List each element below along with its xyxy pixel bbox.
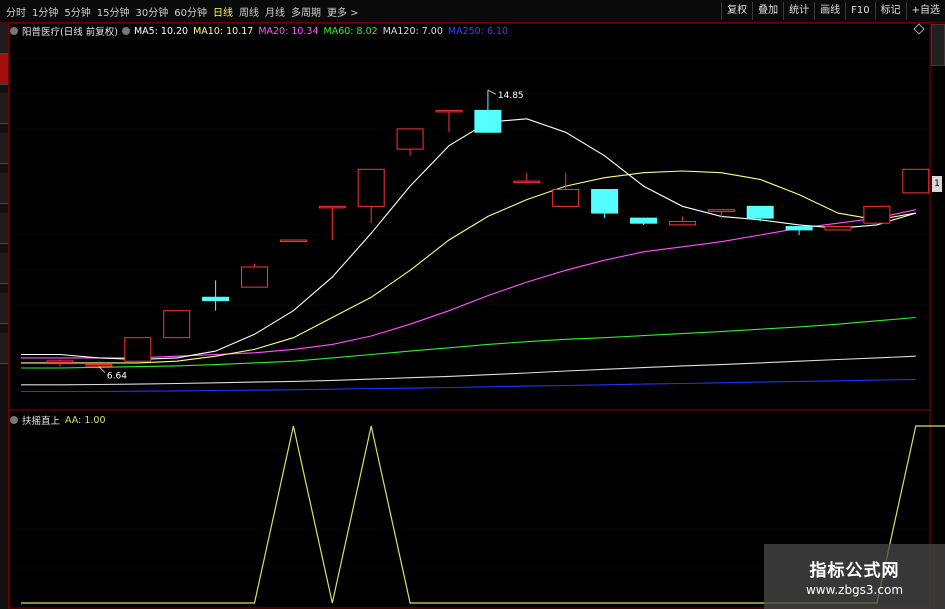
- ma-line-ma250: [21, 378, 916, 393]
- ma-line-ma60: [21, 316, 916, 369]
- scroll-track[interactable]: [931, 24, 945, 66]
- candle-body-up: [824, 226, 852, 231]
- legend-ma20: MA20: 10.34: [258, 25, 319, 37]
- candle-body-down: [202, 296, 230, 302]
- settings-dot-icon[interactable]: [10, 27, 18, 35]
- candle-body-up: [435, 109, 463, 113]
- indicator-legend: 扶摇直上 AA: 1.00: [10, 413, 110, 427]
- legend-ma60: MA60: 8.02: [323, 25, 378, 37]
- candle-body-up: [124, 337, 152, 362]
- watermark: 指标公式网 www.zbgs3.com: [764, 544, 945, 609]
- candle-body-up: [902, 168, 930, 194]
- ma-line-ma120: [21, 355, 916, 386]
- candle-body-up: [668, 221, 696, 226]
- legend-ma250: MA250: 6.10: [447, 25, 509, 37]
- indicator-value: AA: 1.00: [65, 414, 106, 426]
- high-label: 14.85: [498, 91, 524, 101]
- candle-body-down: [474, 109, 502, 133]
- candle-body-up: [279, 239, 307, 243]
- ma-line-ma10: [21, 170, 916, 364]
- candle-body-down: [785, 226, 813, 231]
- ma-line-ma20: [21, 209, 916, 359]
- candle-body-up: [241, 266, 268, 288]
- legend-ma5: MA5: 10.20: [133, 25, 189, 37]
- candle-body-up: [357, 168, 385, 207]
- watermark-url: www.zbgs3.com: [805, 583, 904, 597]
- candle-body-up: [318, 205, 346, 209]
- scroll-marker[interactable]: 1: [932, 176, 942, 192]
- candlestick-chart[interactable]: 14.85 6.64: [0, 0, 945, 609]
- candle-body-down: [630, 217, 657, 224]
- indicator-name: 扶摇直上: [22, 416, 61, 427]
- candle-body-up: [513, 180, 541, 184]
- watermark-title: 指标公式网: [809, 561, 900, 581]
- candle-body-up: [396, 128, 424, 150]
- candle-body-up: [552, 189, 580, 207]
- legend-ma10: MA10: 10.17: [193, 25, 254, 37]
- candle-body-up: [863, 205, 891, 224]
- stock-title: 阳普医疗(日线 前复权): [22, 27, 118, 38]
- ma-settings-dot-icon[interactable]: [121, 27, 130, 35]
- candle-body-up: [707, 209, 735, 212]
- candle-body-down: [746, 205, 774, 219]
- indicator-settings-dot-icon[interactable]: [10, 416, 18, 424]
- low-label: 6.64: [107, 372, 127, 382]
- candle-body-down: [591, 189, 619, 214]
- ma-line-ma5: [21, 118, 916, 361]
- candle-body-up: [46, 360, 74, 363]
- main-legend: 阳普医疗(日线 前复权) MA5: 10.20 MA10: 10.17 MA20…: [10, 24, 513, 38]
- candle-body-up: [163, 310, 191, 339]
- legend-ma120: MA120: 7.00: [382, 25, 443, 37]
- candle-body-up: [85, 364, 113, 367]
